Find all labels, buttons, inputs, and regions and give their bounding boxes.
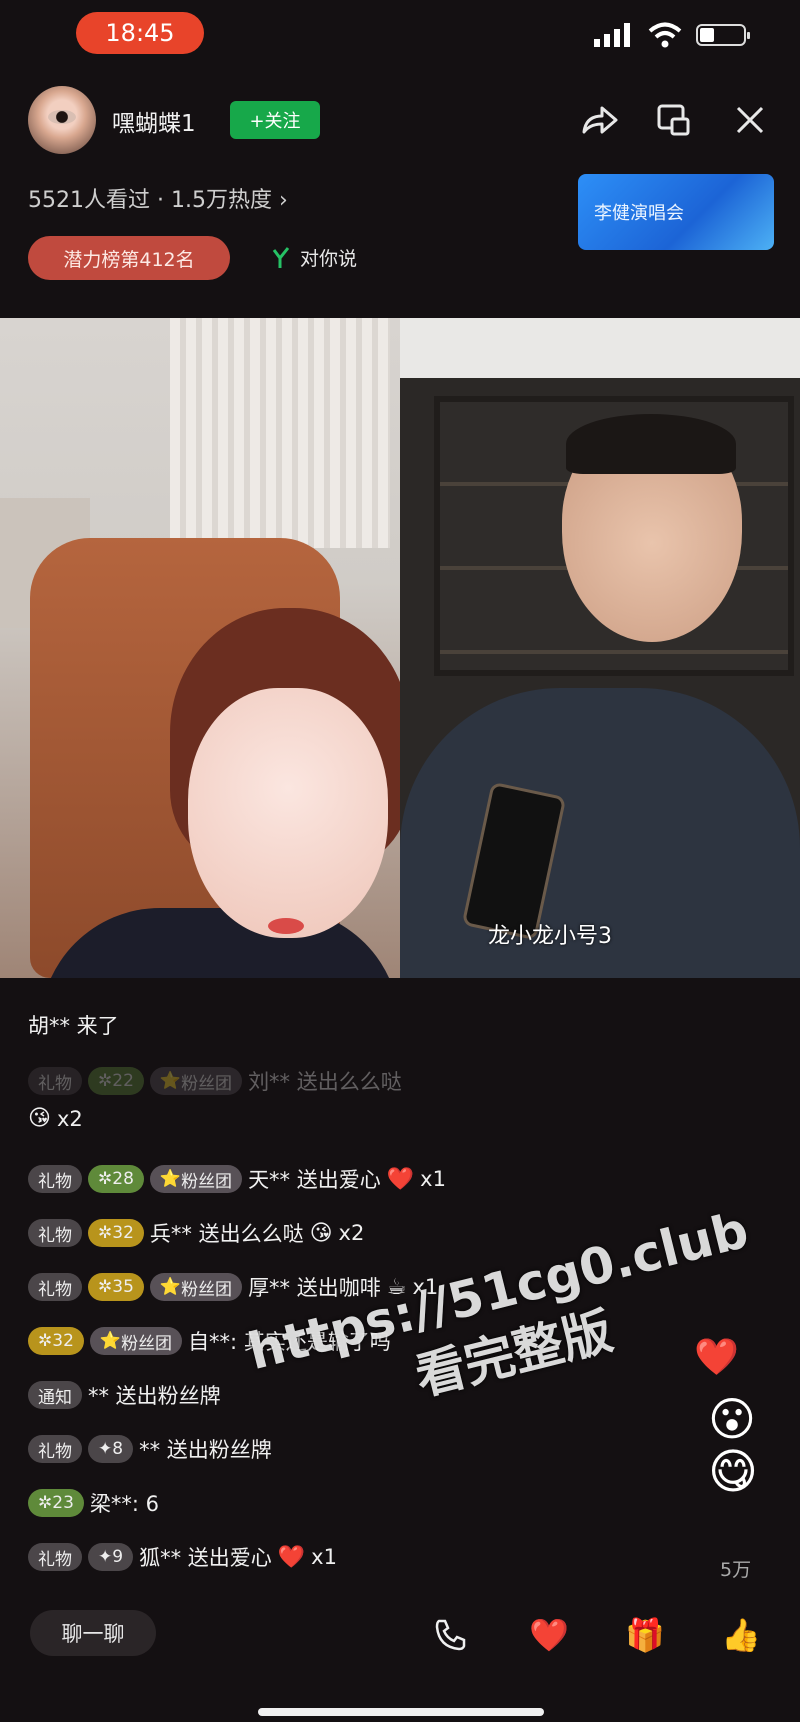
battery-icon: [696, 24, 750, 46]
chat-message: ✲ 23 梁**: 6: [28, 1488, 159, 1518]
like-count: 5万: [720, 1559, 752, 1581]
chat-message: 通知 ** 送出粉丝牌: [28, 1380, 221, 1410]
level-badge: ✲ 32: [28, 1327, 84, 1355]
chat-message: 礼物 ✲ 22 ⭐ 粉丝团 刘** 送出么么哒: [28, 1066, 402, 1096]
chat-message: 礼物 ✲ 32 兵** 送出么么哒 😘 x2: [28, 1218, 364, 1248]
chat-message: 礼物 ✦ 8 ** 送出粉丝牌: [28, 1434, 272, 1464]
level-badge: ✲ 32: [88, 1219, 144, 1247]
fan-badge: ⭐ 粉丝团: [149, 1067, 243, 1095]
floating-emoji-icon: 😋: [708, 1444, 759, 1500]
wifi-icon: [648, 22, 682, 48]
chat-input-button[interactable]: 聊一聊: [30, 1610, 156, 1656]
fan-badge: ⭐ 粉丝团: [149, 1165, 243, 1193]
floating-emoji-icon: 😮: [708, 1392, 756, 1446]
status-time: 18:45: [76, 12, 204, 54]
gift-icon[interactable]: 🎁: [622, 1612, 668, 1658]
chat-message: 礼物 ✲ 28 ⭐ 粉丝团 天** 送出爱心 ❤️ x1: [28, 1164, 446, 1194]
close-icon[interactable]: [728, 98, 772, 142]
call-icon[interactable]: [428, 1612, 474, 1658]
streamer-label: 龙小龙小号3: [488, 924, 612, 949]
say-to-you[interactable]: 对你说: [270, 244, 357, 271]
fan-badge: ⭐ 粉丝团: [149, 1273, 243, 1301]
concert-card[interactable]: 李健演唱会: [578, 174, 774, 250]
kiss-emoji-icon: 😘: [309, 1220, 333, 1246]
chat-message: 礼物 ✦ 9 狐** 送出爱心 ❤️ x1: [28, 1542, 337, 1572]
level-badge: ✲ 23: [28, 1489, 84, 1517]
status-icons: [594, 22, 750, 48]
follow-button[interactable]: +关注: [230, 101, 320, 139]
signal-icon: [594, 23, 630, 47]
heat-count: 1.5万热度: [171, 188, 272, 213]
viewer-stats[interactable]: 5521人看过 · 1.5万热度 ›: [28, 182, 288, 214]
video-feed-right: 龙小龙小号3: [400, 318, 800, 978]
heart-emoji-icon: ❤️: [386, 1166, 415, 1192]
mic-icon: [272, 246, 290, 268]
fan-badge: ⭐ 粉丝团: [89, 1327, 183, 1355]
host-avatar[interactable]: [28, 86, 96, 154]
level-badge: ✲ 28: [88, 1165, 144, 1193]
chat-message: 胡** 来了: [28, 1014, 119, 1038]
level-badge: ✦ 8: [88, 1435, 134, 1463]
level-badge: ✲ 35: [88, 1273, 144, 1301]
share-icon[interactable]: [578, 98, 622, 142]
chat-message: 😘 x2: [28, 1106, 83, 1131]
chevron-right-icon: ›: [279, 188, 288, 213]
thumbs-up-icon[interactable]: 👍: [718, 1612, 764, 1658]
viewer-count: 5521人看过: [28, 188, 150, 213]
video-feed-left: [0, 318, 400, 978]
rank-badge[interactable]: 潜力榜第412名: [28, 236, 230, 280]
level-badge: ✲ 22: [88, 1067, 144, 1095]
heart-icon[interactable]: ❤️: [526, 1612, 572, 1658]
host-name[interactable]: 嘿蝴蝶1: [112, 104, 196, 138]
live-video[interactable]: 龙小龙小号3: [0, 318, 800, 978]
screen-icon[interactable]: [652, 98, 696, 142]
floating-heart-icon: ❤️: [694, 1337, 739, 1378]
home-indicator[interactable]: [258, 1708, 544, 1716]
heart-emoji-icon: ❤️: [277, 1544, 306, 1570]
kiss-emoji-icon: 😘: [28, 1106, 51, 1131]
level-badge: ✦ 9: [88, 1543, 134, 1571]
